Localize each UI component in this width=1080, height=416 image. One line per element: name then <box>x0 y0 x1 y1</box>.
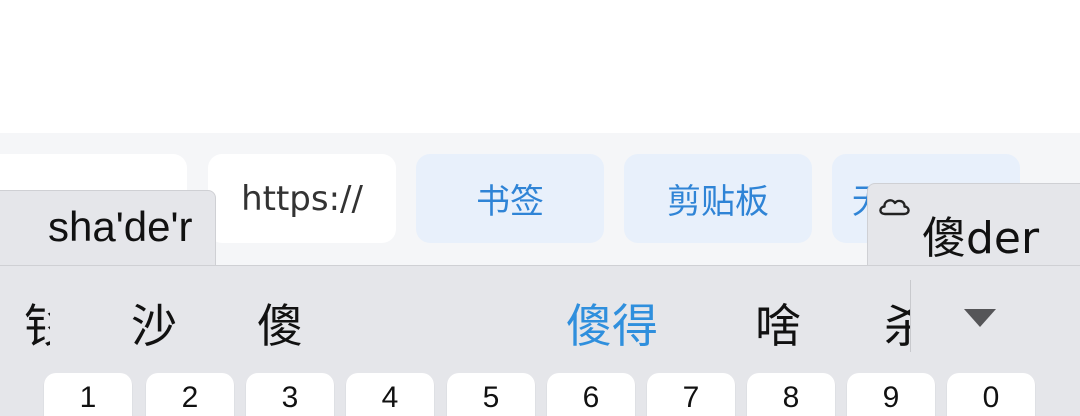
candidate-2[interactable]: 傻 <box>257 290 303 356</box>
candidate-5[interactable]: 杀 <box>884 290 910 356</box>
key-9[interactable]: 9 <box>847 373 935 416</box>
cloud-icon <box>879 199 910 216</box>
key-5[interactable]: 5 <box>447 373 535 416</box>
candidate-0[interactable]: 钐 <box>24 290 50 356</box>
key-0[interactable]: 0 <box>947 373 1035 416</box>
chip-bookmarks[interactable]: 书签 <box>416 154 604 243</box>
key-6[interactable]: 6 <box>547 373 635 416</box>
cloud-prediction-text: 傻der <box>922 213 1040 264</box>
key-4[interactable]: 4 <box>346 373 434 416</box>
expand-candidates-button[interactable] <box>940 290 1020 346</box>
candidate-bar: 钐 沙 傻 傻得 啥 杀 <box>0 266 910 370</box>
number-row: 1 2 3 4 5 6 7 8 9 0 <box>0 373 1080 416</box>
key-8[interactable]: 8 <box>747 373 835 416</box>
content-area <box>0 0 1080 133</box>
keyboard: 钐 沙 傻 傻得 啥 杀 1 2 3 4 5 6 7 8 9 0 <box>0 265 1080 416</box>
chip-clipboard[interactable]: 剪贴板 <box>624 154 812 243</box>
candidate-3[interactable]: 傻得 <box>566 290 658 356</box>
key-3[interactable]: 3 <box>246 373 334 416</box>
composing-text: sha'de'r <box>0 190 216 268</box>
cloud-prediction-button[interactable]: 傻der <box>867 183 1080 268</box>
key-2[interactable]: 2 <box>146 373 234 416</box>
candidate-1[interactable]: 沙 <box>131 290 177 356</box>
key-1[interactable]: 1 <box>44 373 132 416</box>
key-7[interactable]: 7 <box>647 373 735 416</box>
chip-https[interactable]: https:// <box>208 154 396 243</box>
triangle-down-icon <box>964 309 996 327</box>
candidate-divider <box>910 280 911 352</box>
candidate-4[interactable]: 啥 <box>755 290 801 356</box>
